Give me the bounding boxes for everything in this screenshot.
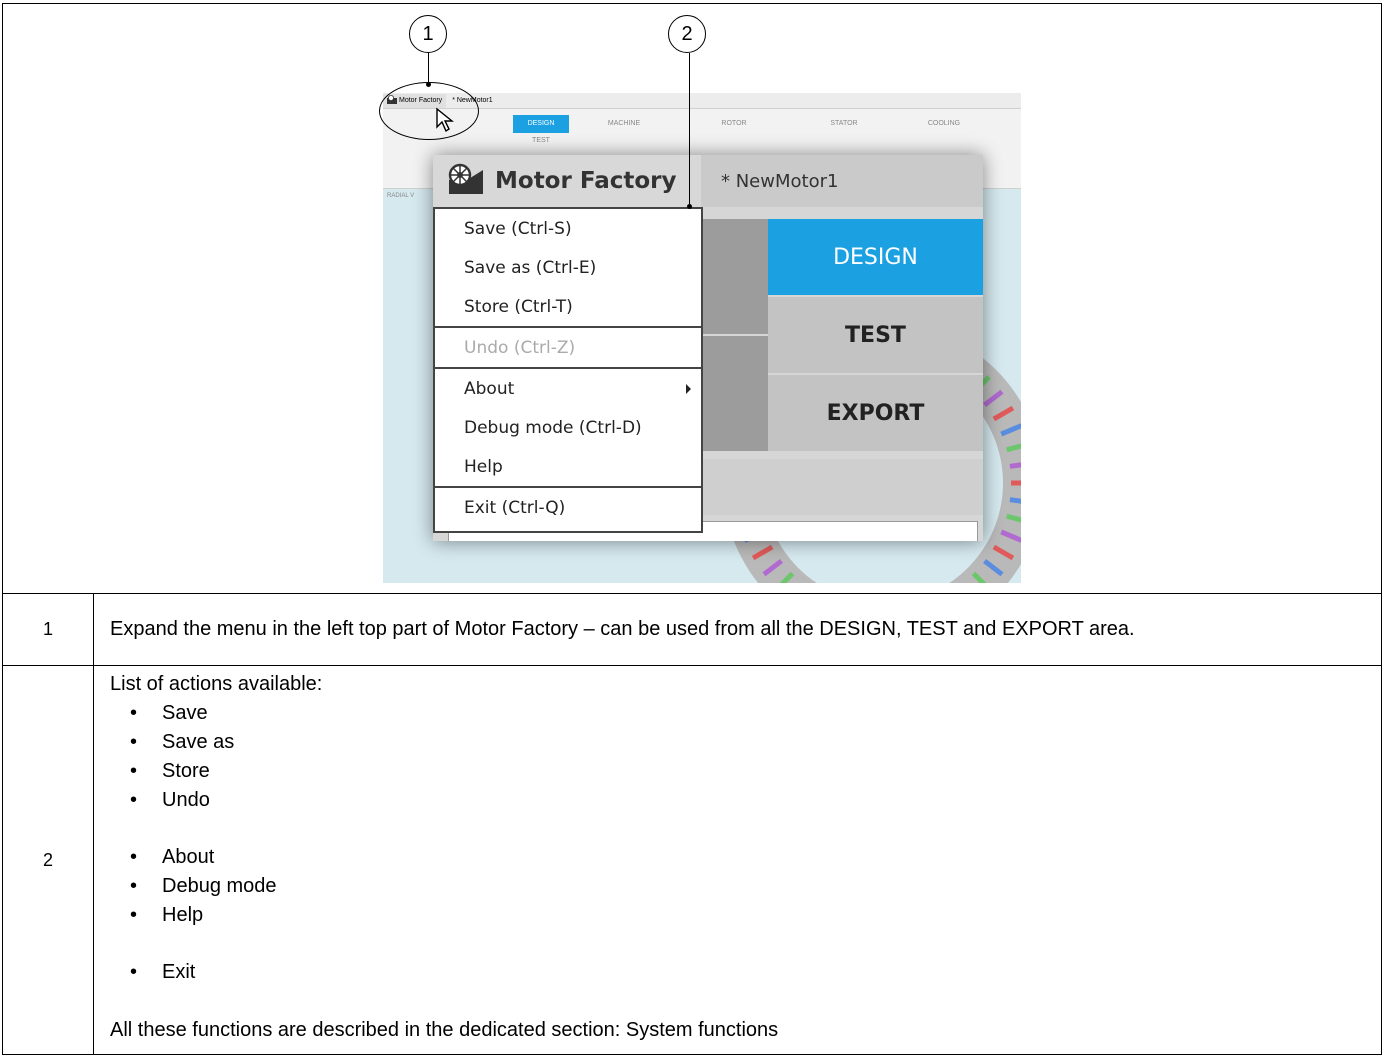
stator-slot bbox=[762, 558, 783, 577]
file-name: * NewMotor1 bbox=[721, 170, 839, 192]
panel-block bbox=[698, 219, 768, 334]
list-item: Save bbox=[110, 699, 1381, 728]
mode-selector: DESIGN TEST EXPORT bbox=[768, 219, 983, 451]
app-titlebar: Motor Factory * NewMotor1 bbox=[383, 93, 1021, 109]
menu-item-exit[interactable]: Exit (Ctrl-Q) bbox=[435, 488, 701, 527]
stator-slot bbox=[983, 389, 1004, 408]
list-item: Exit bbox=[110, 958, 1381, 987]
factory-icon bbox=[447, 162, 485, 201]
actions-list-group-1: Save Save as Store Undo bbox=[110, 699, 1381, 815]
app-title: Motor Factory bbox=[495, 168, 677, 194]
stator-slot bbox=[992, 405, 1015, 422]
ribbon-side-label: RADIAL V bbox=[387, 193, 415, 199]
row-description-text: Expand the menu in the left top part of … bbox=[110, 618, 1135, 640]
menu-item-save-as[interactable]: Save as (Ctrl-E) bbox=[435, 248, 701, 287]
stator-slot bbox=[751, 544, 774, 561]
callout-leader bbox=[428, 53, 429, 85]
callout-2: 2 bbox=[668, 15, 706, 53]
actions-list-group-2: About Debug mode Help bbox=[110, 843, 1381, 930]
actions-list-group-3: Exit bbox=[110, 958, 1381, 987]
stator-slot bbox=[779, 571, 795, 583]
ribbon-tab-machine[interactable]: MACHINE bbox=[569, 115, 679, 133]
callout-leader-dot bbox=[426, 82, 431, 87]
ribbon-tab-rotor[interactable]: ROTOR bbox=[679, 115, 789, 133]
closing-note: All these functions are described in the… bbox=[110, 1019, 779, 1041]
mode-export-button[interactable]: EXPORT bbox=[768, 375, 983, 451]
stator-slot bbox=[1000, 423, 1021, 437]
list-item: Debug mode bbox=[110, 872, 1381, 901]
stator-slot bbox=[1005, 513, 1021, 523]
list-item: Help bbox=[110, 901, 1381, 930]
stator-slot bbox=[971, 571, 987, 583]
callout-1: 1 bbox=[409, 15, 447, 53]
submenu-arrow-icon bbox=[686, 384, 691, 394]
stator-slot bbox=[1009, 462, 1021, 469]
motor-factory-screenshot: Motor Factory * NewMotor1 DESIGN MACHINE… bbox=[383, 93, 1021, 583]
ribbon-tab-design[interactable]: DESIGN bbox=[513, 115, 569, 133]
mode-design-button[interactable]: DESIGN bbox=[768, 219, 983, 295]
ribbon-tab-stator[interactable]: STATOR bbox=[789, 115, 899, 133]
menu-item-save[interactable]: Save (Ctrl-S) bbox=[435, 209, 701, 248]
stator-slot bbox=[1000, 529, 1021, 543]
menu-item-store[interactable]: Store (Ctrl-T) bbox=[435, 287, 701, 326]
menu-item-about[interactable]: About bbox=[435, 369, 701, 408]
stator-slot bbox=[1005, 443, 1021, 453]
panel-block bbox=[698, 336, 768, 451]
app-menu-button-zoomed[interactable]: Motor Factory bbox=[433, 155, 701, 207]
callout-leader bbox=[689, 53, 690, 207]
list-item: Save as bbox=[110, 728, 1381, 757]
callout-leader-dot bbox=[687, 204, 692, 209]
list-item: Undo bbox=[110, 786, 1381, 815]
mode-test-button[interactable]: TEST bbox=[768, 297, 983, 373]
zoomed-app-window: Motor Factory * NewMotor1 DESIGN TEST EX… bbox=[433, 155, 983, 541]
table-row: 2 List of actions available: Save Save a… bbox=[3, 666, 1381, 1054]
ribbon-tab-cooling[interactable]: COOLING bbox=[899, 115, 989, 133]
ribbon-tab-test[interactable]: TEST bbox=[513, 137, 569, 144]
row-number: 2 bbox=[3, 666, 94, 1054]
actions-intro: List of actions available: bbox=[110, 673, 323, 695]
stator-slot bbox=[992, 544, 1015, 561]
menu-item-undo[interactable]: Undo (Ctrl-Z) bbox=[435, 328, 701, 367]
stator-slot bbox=[1009, 497, 1021, 504]
list-item: Store bbox=[110, 757, 1381, 786]
row-number: 1 bbox=[3, 594, 94, 665]
menu-item-debug-mode[interactable]: Debug mode (Ctrl-D) bbox=[435, 408, 701, 447]
row-description: Expand the menu in the left top part of … bbox=[95, 594, 1381, 665]
ribbon-tabs: DESIGN MACHINE ROTOR STATOR COOLING bbox=[513, 115, 989, 133]
zoom-header: Motor Factory * NewMotor1 bbox=[433, 155, 983, 207]
app-dropdown-menu: Save (Ctrl-S) Save as (Ctrl-E) Store (Ct… bbox=[433, 207, 703, 533]
list-item: About bbox=[110, 843, 1381, 872]
menu-item-label: About bbox=[464, 378, 515, 399]
table-row: 1 Expand the menu in the left top part o… bbox=[3, 594, 1381, 666]
row-description: List of actions available: Save Save as … bbox=[95, 666, 1381, 1054]
highlight-ellipse bbox=[379, 82, 479, 140]
panel-bar bbox=[698, 459, 983, 515]
stator-slot bbox=[983, 558, 1004, 577]
menu-item-help[interactable]: Help bbox=[435, 447, 701, 486]
